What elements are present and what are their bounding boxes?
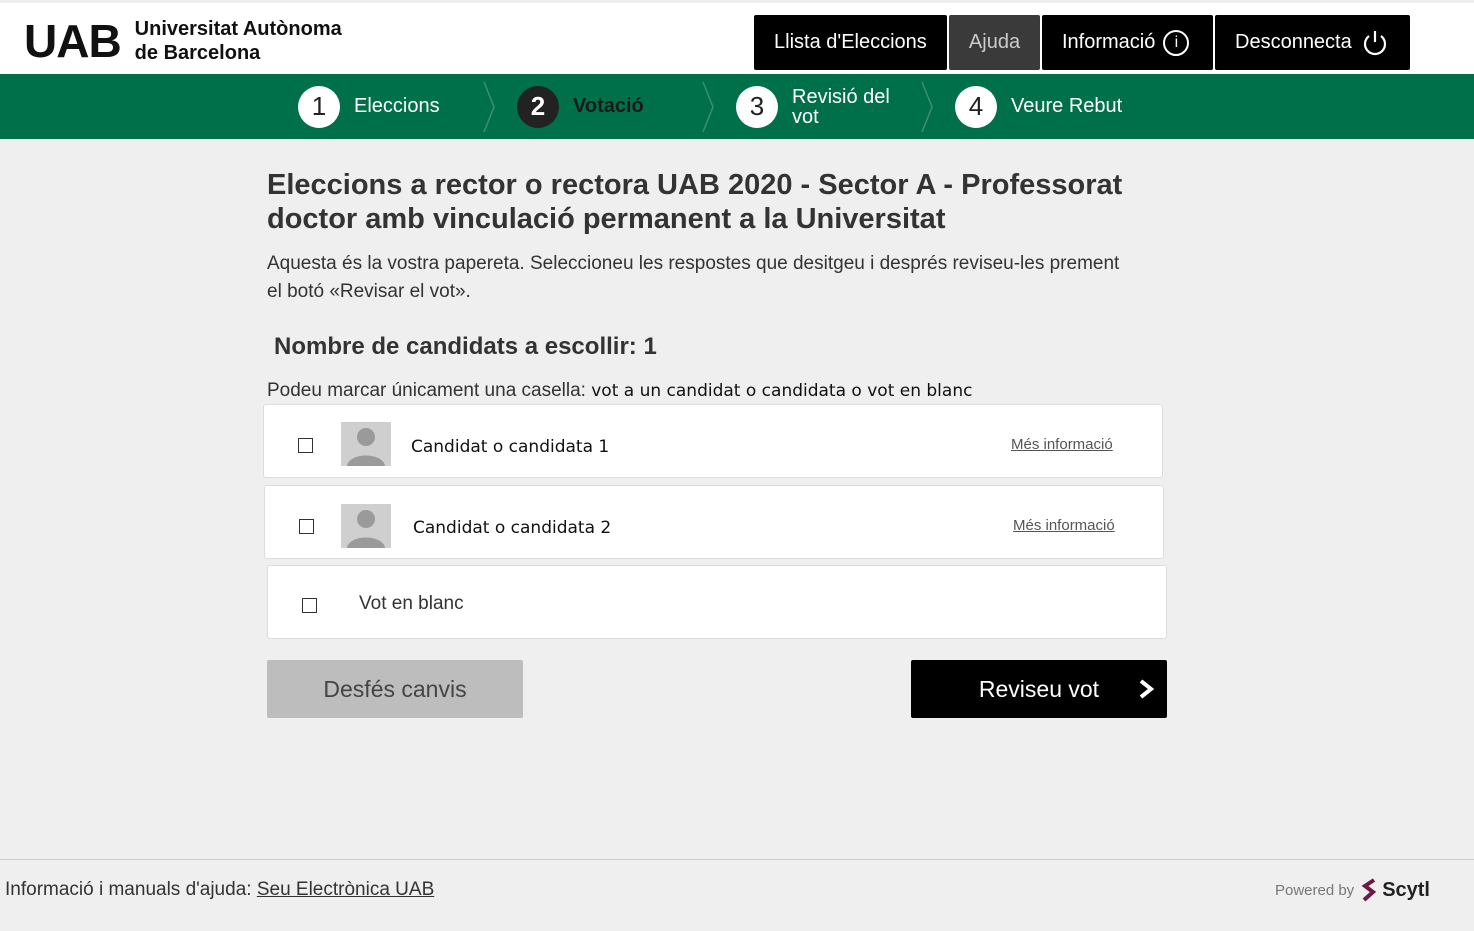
header: UAB Universitat Autònoma de Barcelona Ll…	[0, 0, 1474, 74]
chevron-right-icon	[702, 81, 714, 133]
help-label: Ajuda	[968, 31, 1021, 53]
step-review: 3 Revisió del vot	[736, 84, 890, 129]
step-number: 3	[736, 85, 778, 128]
blank-vote-card[interactable]: Vot en blanc	[267, 565, 1167, 639]
elections-list-button[interactable]: Llista d'Eleccions	[754, 15, 947, 70]
progress-steps: 1 Eleccions 2 Votació 3 Revisió del vot …	[0, 74, 1474, 139]
undo-label: Desfés canvis	[323, 675, 467, 702]
step-number: 1	[298, 85, 340, 128]
step-label: Revisió del vot	[792, 87, 890, 127]
review-vote-button[interactable]: Reviseu vot	[911, 660, 1167, 718]
avatar-icon	[341, 504, 391, 548]
info-button[interactable]: Informació i	[1042, 15, 1213, 70]
more-info-link[interactable]: Més informació	[1011, 436, 1113, 453]
chevron-right-icon	[1139, 679, 1155, 699]
uab-logo[interactable]: UAB Universitat Autònoma de Barcelona	[24, 17, 342, 65]
footer-text: Informació i manuals d'ajuda: Seu Electr…	[5, 879, 434, 901]
powered-label: Powered by	[1274, 881, 1355, 899]
candidate-checkbox[interactable]	[298, 438, 313, 453]
step-voting: 2 Votació	[517, 84, 644, 129]
scytl-brand: Scytl	[1382, 878, 1430, 901]
step-label: Votació	[573, 95, 644, 117]
chevron-right-icon	[921, 81, 933, 133]
step-label: Eleccions	[354, 95, 440, 117]
info-icon: i	[1163, 29, 1190, 56]
intro-text: Aquesta és la vostra papereta. Seleccion…	[267, 250, 1167, 306]
candidate-card[interactable]: Candidat o candidata 2 Més informació	[264, 485, 1164, 559]
instructions-a: Podeu marcar únicament una casella:	[267, 380, 592, 401]
title-line1: Eleccions a rector o rectora UAB 2020 - …	[267, 169, 1123, 201]
step-number: 4	[955, 85, 997, 128]
scytl-logo-icon	[1361, 878, 1377, 902]
instructions-b: vot a un candidat o candidata o vot en b…	[591, 381, 973, 401]
chevron-right-icon	[483, 81, 495, 133]
intro-line2: el botó «Revisar el vot».	[267, 281, 471, 302]
review-label: Reviseu vot	[978, 675, 1100, 702]
candidate-card[interactable]: Candidat o candidata 1 Més informació	[263, 404, 1163, 478]
step-elections[interactable]: 1 Eleccions	[298, 84, 440, 129]
seu-electronica-link[interactable]: Seu Electrònica UAB	[257, 879, 434, 900]
logo-text: Universitat Autònoma de Barcelona	[135, 17, 342, 65]
step-number: 2	[517, 85, 559, 128]
candidate-name: Candidat o candidata 2	[413, 518, 612, 538]
intro-line1: Aquesta és la vostra papereta. Seleccion…	[267, 253, 1120, 274]
step-label-line1: Revisió del	[792, 85, 890, 108]
footer-label: Informació i manuals d'ajuda:	[5, 879, 257, 900]
candidate-checkbox[interactable]	[299, 519, 314, 534]
top-nav: Llista d'Eleccions Ajuda Informació i De…	[754, 15, 1410, 70]
info-label: Informació	[1062, 31, 1156, 53]
step-label: Veure Rebut	[1011, 95, 1123, 117]
elections-list-label: Llista d'Eleccions	[774, 31, 927, 53]
help-button[interactable]: Ajuda	[949, 15, 1040, 70]
candidate-name: Candidat o candidata 1	[411, 437, 610, 457]
footer: Informació i manuals d'ajuda: Seu Electr…	[0, 859, 1474, 931]
logout-button[interactable]: Desconnecta	[1215, 15, 1410, 70]
step-label-line2: vot	[792, 105, 819, 128]
instructions: Podeu marcar únicament una casella: vot …	[267, 380, 972, 402]
undo-changes-button[interactable]: Desfés canvis	[267, 660, 523, 718]
step-receipt: 4 Veure Rebut	[955, 84, 1122, 129]
logo-mark: UAB	[24, 15, 122, 67]
logout-label: Desconnecta	[1235, 31, 1352, 53]
power-icon	[1363, 30, 1386, 55]
blank-vote-label: Vot en blanc	[359, 593, 464, 614]
candidates-count: Nombre de candidats a escollir: 1	[274, 333, 657, 360]
logo-line1: Universitat Autònoma	[134, 18, 342, 40]
blank-vote-checkbox[interactable]	[302, 598, 317, 613]
title-line2: doctor amb vinculació permanent a la Uni…	[267, 203, 946, 235]
logo-line2: de Barcelona	[134, 42, 261, 64]
more-info-link[interactable]: Més informació	[1013, 517, 1115, 534]
ballot-header: Eleccions a rector o rectora UAB 2020 - …	[267, 168, 1167, 306]
page-title: Eleccions a rector o rectora UAB 2020 - …	[267, 168, 1167, 236]
powered-by: Powered by Scytl	[1275, 876, 1430, 904]
avatar-icon	[341, 422, 391, 466]
